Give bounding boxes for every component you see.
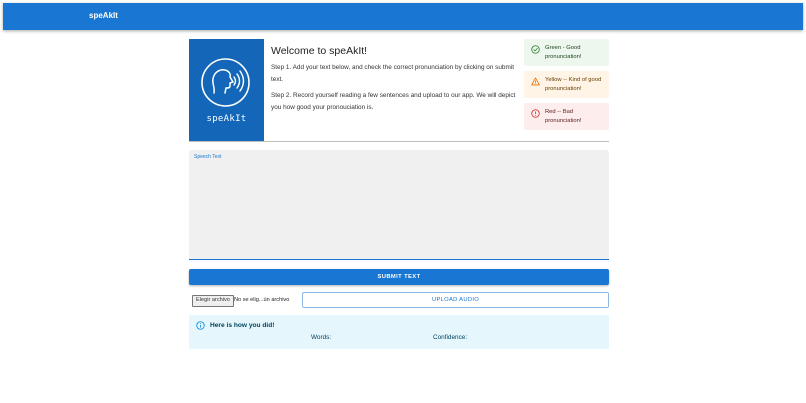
warning-icon <box>531 77 540 86</box>
logo: speAkIt <box>189 39 264 141</box>
legend-yellow: Yellow -- Kind of good pronunciation! <box>524 71 609 98</box>
legend-red-text: Red -- Bad pronunciation! <box>545 109 582 124</box>
submit-text-button[interactable]: SUBMIT TEXT <box>189 269 609 285</box>
speech-text-input[interactable] <box>194 162 606 258</box>
main-container: speAkIt Welcome to speAkIt! Step 1. Add … <box>189 39 609 349</box>
logo-text: speAkIt <box>206 114 247 124</box>
intro-text: Welcome to speAkIt! Step 1. Add your tex… <box>271 45 519 118</box>
app-brand[interactable]: speAkIt <box>89 11 118 20</box>
choose-file-button[interactable]: Elegir archivo <box>192 295 234 307</box>
step-2-text: Step 2. Record yourself reading a few se… <box>271 92 516 111</box>
app-bar: speAkIt <box>3 3 803 30</box>
error-icon <box>531 109 540 118</box>
upload-row: Elegir archivo No se elig...ún archivo U… <box>189 292 609 308</box>
page-title: Welcome to speAkIt! <box>271 45 368 57</box>
result-title: Here is how you did! <box>210 322 275 329</box>
result-panel: Here is how you did! Words: Confidence: <box>189 315 609 349</box>
speech-text-label: Speech Text <box>194 154 222 160</box>
legend-yellow-text: Yellow -- Kind of good pronunciation! <box>545 77 602 92</box>
legend-green: Green - Good pronunciation! <box>524 39 609 66</box>
upload-audio-button[interactable]: UPLOAD AUDIO <box>302 292 609 308</box>
pronunciation-legend: Green - Good pronunciation! Yellow -- Ki… <box>524 39 609 135</box>
file-status: No se elig...ún archivo <box>234 297 290 303</box>
legend-green-text: Green - Good pronunciation! <box>545 45 582 60</box>
intro-card: speAkIt Welcome to speAkIt! Step 1. Add … <box>189 39 609 142</box>
check-circle-icon <box>531 45 540 54</box>
step-1-text: Step 1. Add your text below, and check t… <box>271 64 514 83</box>
speaking-head-icon <box>201 58 250 107</box>
legend-red: Red -- Bad pronunciation! <box>524 103 609 130</box>
info-icon <box>196 321 205 330</box>
words-label: Words: <box>311 334 332 341</box>
confidence-label: Confidence: <box>433 334 468 341</box>
speech-text-field[interactable]: Speech Text <box>189 150 609 260</box>
